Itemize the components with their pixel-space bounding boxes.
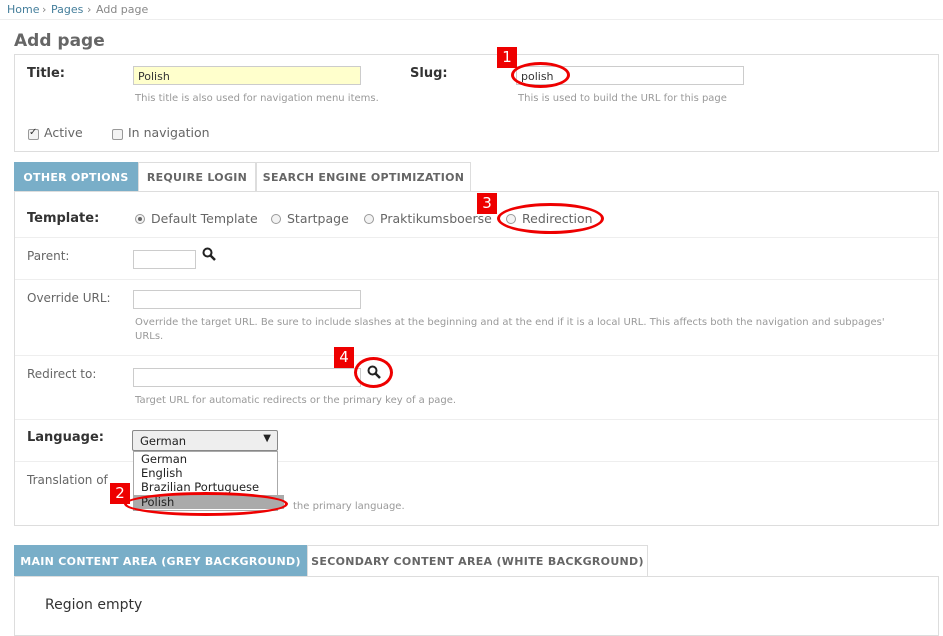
breadcrumb: Home › Pages › Add page <box>0 0 943 20</box>
language-option-german[interactable]: German <box>134 452 284 466</box>
template-radio-default[interactable] <box>135 214 145 224</box>
annotation-marker-4: 4 <box>334 347 354 368</box>
annotation-ellipse-2 <box>124 492 288 516</box>
annotation-marker-3: 3 <box>477 193 497 214</box>
slug-help-text: This is used to build the URL for this p… <box>518 93 727 104</box>
template-radio-praktikumsboerse[interactable] <box>364 214 374 224</box>
override-url-label: Override URL: <box>27 291 111 305</box>
language-option-english[interactable]: English <box>134 466 284 480</box>
template-option-startpage: Startpage <box>287 211 349 226</box>
in-navigation-label: In navigation <box>128 125 210 140</box>
region-empty-text: Region empty <box>45 597 143 613</box>
override-url-help-text: Override the target URL. Be sure to incl… <box>135 317 885 342</box>
tab-other-options[interactable]: OTHER OPTIONS <box>14 162 138 191</box>
parent-label: Parent: <box>27 249 70 263</box>
template-option-default: Default Template <box>151 211 258 226</box>
translation-label: Translation of <box>27 473 108 487</box>
content-region-panel <box>14 576 939 636</box>
annotation-marker-1: 1 <box>497 47 517 68</box>
breadcrumb-separator: › <box>87 3 92 16</box>
redirect-help-text: Target URL for automatic redirects or th… <box>135 395 457 406</box>
tab-main-content-area[interactable]: MAIN CONTENT AREA (GREY BACKGROUND) <box>14 545 307 576</box>
tab-search-engine-optimization[interactable]: SEARCH ENGINE OPTIMIZATION <box>256 162 471 191</box>
row-divider <box>15 279 938 280</box>
tab-require-login[interactable]: REQUIRE LOGIN <box>138 162 256 191</box>
row-divider <box>15 419 938 420</box>
row-divider <box>15 355 938 356</box>
active-checkbox[interactable] <box>28 127 39 140</box>
annotation-ellipse-4 <box>354 357 393 388</box>
in-navigation-checkbox[interactable] <box>112 129 123 140</box>
breadcrumb-separator: › <box>42 3 47 16</box>
template-option-praktikumsboerse: Praktikumsboerse <box>380 211 492 226</box>
title-help-text: This title is also used for navigation m… <box>135 93 379 104</box>
active-label: Active <box>44 125 83 140</box>
language-label: Language: <box>27 430 104 445</box>
annotation-marker-2: 2 <box>110 483 130 504</box>
language-select-value: German <box>140 434 187 448</box>
tab-secondary-content-area[interactable]: SECONDARY CONTENT AREA (WHITE BACKGROUND… <box>307 545 648 576</box>
title-label: Title: <box>27 66 66 81</box>
parent-search-icon[interactable] <box>202 247 216 261</box>
row-divider <box>15 237 938 238</box>
template-label: Template: <box>27 211 100 226</box>
redirect-label: Redirect to: <box>27 367 97 381</box>
title-input[interactable]: Polish <box>133 66 361 85</box>
language-select[interactable]: German ▼ <box>132 430 278 451</box>
breadcrumb-current: Add page <box>96 3 149 16</box>
breadcrumb-pages-link[interactable]: Pages <box>51 3 83 16</box>
translation-help-text: the primary language. <box>293 501 405 512</box>
annotation-ellipse-3 <box>497 203 604 234</box>
annotation-ellipse-1 <box>511 62 570 88</box>
redirect-input[interactable] <box>133 368 361 387</box>
slug-label: Slug: <box>410 66 448 81</box>
breadcrumb-home-link[interactable]: Home <box>7 3 39 16</box>
override-url-input[interactable] <box>133 290 361 309</box>
parent-input[interactable] <box>133 250 196 269</box>
chevron-down-icon: ▼ <box>263 433 271 444</box>
page-title: Add page <box>14 31 105 51</box>
template-radio-startpage[interactable] <box>271 214 281 224</box>
